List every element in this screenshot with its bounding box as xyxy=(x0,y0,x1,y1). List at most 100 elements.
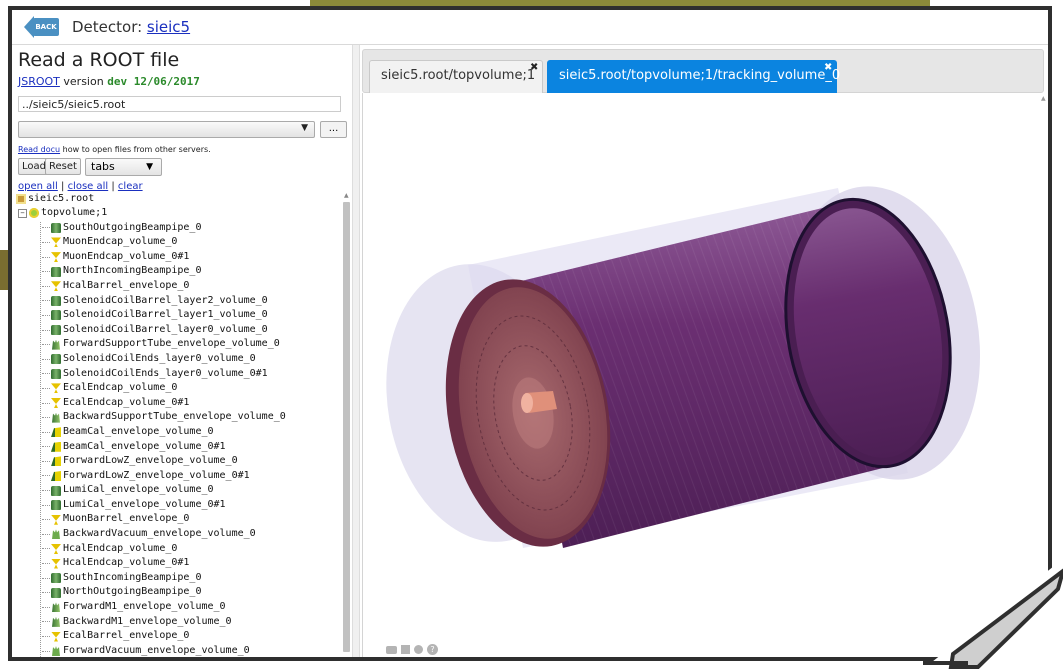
tree-node-label: BackwardVacuum_envelope_volume_0 xyxy=(63,528,256,540)
tree-node-topvolume[interactable]: − topvolume;1 xyxy=(16,206,342,221)
tree-node[interactable]: SolenoidCoilBarrel_layer1_volume_0 xyxy=(16,308,342,323)
version-text: version xyxy=(59,75,108,88)
tree-node[interactable]: MuonBarrel_envelope_0 xyxy=(16,512,342,527)
detector-3d-render[interactable] xyxy=(363,93,1052,661)
read-docu-link[interactable]: Read docu xyxy=(18,145,60,154)
tree-node[interactable]: SouthIncomingBeampipe_0 xyxy=(16,571,342,586)
tree-connector xyxy=(42,548,50,550)
tree-node[interactable]: SolenoidCoilBarrel_layer2_volume_0 xyxy=(16,294,342,309)
tree-node[interactable]: EcalEndcap_volume_0#1 xyxy=(16,396,342,411)
envelope-icon xyxy=(52,412,60,423)
tree-connector xyxy=(42,431,50,433)
tree-node[interactable]: LumiCal_envelope_volume_0#1 xyxy=(16,498,342,513)
tree-node[interactable]: ForwardVacuum_envelope_volume_0 xyxy=(16,644,342,657)
viewer-scrollbar[interactable]: ▲ xyxy=(1040,93,1048,657)
scrollbar-thumb[interactable] xyxy=(343,202,350,652)
tree-root-node[interactable]: sieic5.root xyxy=(16,192,342,206)
clear-link[interactable]: clear xyxy=(118,181,143,192)
dot-icon[interactable] xyxy=(414,645,423,654)
tree-node[interactable]: HcalEndcap_volume_0#1 xyxy=(16,556,342,571)
tree-node[interactable]: EcalEndcap_volume_0 xyxy=(16,381,342,396)
tree-node[interactable]: NorthIncomingBeampipe_0 xyxy=(16,264,342,279)
endcap-icon xyxy=(51,631,61,642)
tree-node[interactable]: HcalEndcap_volume_0 xyxy=(16,542,342,557)
browse-button[interactable]: ... xyxy=(320,121,347,138)
cone-icon xyxy=(51,456,61,467)
tree-node-label: ForwardM1_envelope_volume_0 xyxy=(63,601,226,613)
tree-node[interactable]: ForwardM1_envelope_volume_0 xyxy=(16,600,342,615)
envelope-icon xyxy=(52,339,60,350)
camera-icon[interactable] xyxy=(386,645,397,654)
geometry-viewer[interactable] xyxy=(362,93,1044,657)
tree-node[interactable]: HcalBarrel_envelope_0 xyxy=(16,279,342,294)
tree-node[interactable]: BeamCal_envelope_volume_0 xyxy=(16,425,342,440)
tree-node[interactable]: NorthOutgoingBeampipe_0 xyxy=(16,585,342,600)
open-all-link[interactable]: open all xyxy=(18,181,58,192)
tree-children: SouthOutgoingBeampipe_0 MuonEndcap_volume… xyxy=(16,221,342,657)
tree-connector xyxy=(42,285,50,287)
tree-connector xyxy=(42,577,50,579)
tree-node-label: MuonBarrel_envelope_0 xyxy=(63,513,190,525)
separator: | xyxy=(108,181,118,192)
tree-connector xyxy=(42,504,50,506)
tree-node[interactable]: ForwardLowZ_envelope_volume_0 xyxy=(16,454,342,469)
cone-icon xyxy=(51,427,61,438)
version-value: dev 12/06/2017 xyxy=(107,75,200,88)
tree-node[interactable]: ForwardLowZ_envelope_volume_0#1 xyxy=(16,469,342,484)
tree-node[interactable]: BackwardM1_envelope_volume_0 xyxy=(16,615,342,630)
tree-node[interactable]: BackwardSupportTube_envelope_volume_0 xyxy=(16,410,342,425)
tree-node[interactable]: EcalBarrel_envelope_0 xyxy=(16,629,342,644)
tree-connector xyxy=(42,475,50,477)
collapse-icon[interactable]: − xyxy=(18,208,27,218)
tree-root-label: sieic5.root xyxy=(28,193,95,204)
tree-node-label: SouthIncomingBeampipe_0 xyxy=(63,571,202,583)
right-panel: sieic5.root/topvolume;1 ✖ sieic5.root/to… xyxy=(358,45,1048,657)
tree-node[interactable]: BackwardVacuum_envelope_volume_0 xyxy=(16,527,342,542)
close-icon[interactable]: ✖ xyxy=(824,53,832,83)
tree-connector xyxy=(42,387,50,389)
tree-node[interactable]: SolenoidCoilEnds_layer0_volume_0 xyxy=(16,352,342,367)
tree-node[interactable]: SouthOutgoingBeampipe_0 xyxy=(16,221,342,236)
tree-node[interactable]: ForwardSupportTube_envelope_volume_0 xyxy=(16,337,342,352)
jsroot-link[interactable]: JSROOT xyxy=(18,75,60,88)
tree-node[interactable]: LumiCal_envelope_volume_0 xyxy=(16,483,342,498)
endcap-icon xyxy=(51,543,61,554)
tree-connector xyxy=(42,256,50,258)
back-button-label: BACK xyxy=(33,18,59,36)
tree-connector xyxy=(42,358,50,360)
detector-link[interactable]: sieic5 xyxy=(147,18,190,36)
close-icon[interactable]: ✖ xyxy=(530,53,538,83)
tree-node[interactable]: SolenoidCoilBarrel_layer0_volume_0 xyxy=(16,323,342,338)
tube-icon xyxy=(51,500,61,511)
tree-connector xyxy=(42,446,50,448)
back-button[interactable]: BACK xyxy=(24,16,60,38)
tab-label: sieic5.root/topvolume;1/tracking_volume_… xyxy=(559,68,841,83)
tree-node-label: EcalEndcap_volume_0 xyxy=(63,382,178,394)
tree-node[interactable]: BeamCal_envelope_volume_0#1 xyxy=(16,440,342,455)
file-path-input[interactable]: ../sieic5/sieic5.root xyxy=(18,96,341,112)
tree-node[interactable]: MuonEndcap_volume_0#1 xyxy=(16,250,342,265)
browser-page: BACK Detector: sieic5 Read a ROOT file J… xyxy=(8,6,1052,661)
root-file-icon xyxy=(16,194,26,204)
volume-icon xyxy=(29,208,39,219)
tube-icon xyxy=(51,587,61,598)
tree-node-label: BeamCal_envelope_volume_0 xyxy=(63,425,214,437)
file-select[interactable]: ▼ xyxy=(18,121,315,138)
tree-node[interactable]: SolenoidCoilEnds_layer0_volume_0#1 xyxy=(16,367,342,382)
tree-node-label: EcalEndcap_volume_0#1 xyxy=(63,396,190,408)
help-icon[interactable]: ? xyxy=(427,644,438,655)
envelope-icon xyxy=(52,616,60,627)
tube-icon xyxy=(51,368,61,379)
tree-node-label: SolenoidCoilBarrel_layer2_volume_0 xyxy=(63,294,268,306)
tab-topvolume[interactable]: sieic5.root/topvolume;1 ✖ xyxy=(369,60,543,93)
tree-scrollbar[interactable]: ▲ xyxy=(343,192,351,657)
tree-node-label: LumiCal_envelope_volume_0#1 xyxy=(63,498,226,510)
tree-node[interactable]: MuonEndcap_volume_0 xyxy=(16,235,342,250)
close-all-link[interactable]: close all xyxy=(68,181,109,192)
tube-icon xyxy=(51,573,61,584)
square-icon[interactable] xyxy=(401,645,410,654)
layout-select[interactable]: tabs ▼ xyxy=(85,158,162,176)
endcap-icon xyxy=(51,281,61,292)
tab-tracking-volume[interactable]: sieic5.root/topvolume;1/tracking_volume_… xyxy=(547,60,841,93)
reset-button[interactable]: Reset xyxy=(45,158,81,175)
